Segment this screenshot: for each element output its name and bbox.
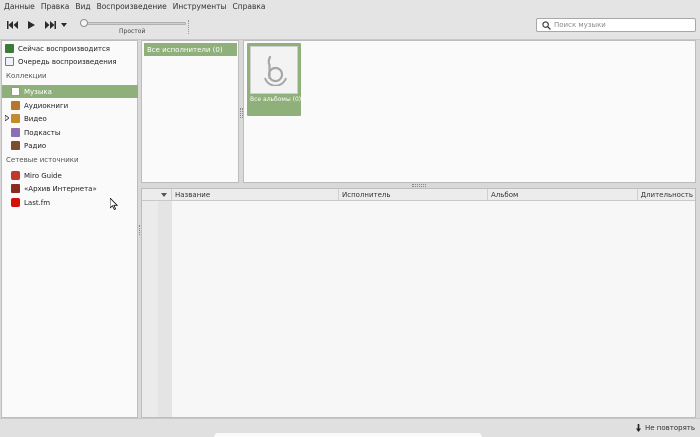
sidebar-item-label: Last.fm: [24, 198, 51, 207]
album-label: Все альбомы (0): [250, 96, 302, 103]
album-browser: Все альбомы (0): [243, 40, 696, 183]
column-header-artist[interactable]: Исполнитель: [338, 189, 487, 201]
sidebar-item-music[interactable]: Музыка: [2, 85, 138, 98]
music-note-icon: [11, 87, 20, 96]
next-button[interactable]: [42, 18, 58, 32]
artist-row-all[interactable]: Все исполнители (0): [144, 43, 237, 56]
chevron-down-icon: [61, 23, 67, 27]
repeat-button[interactable]: Не повторять: [636, 424, 695, 432]
sidebar-item-podcasts[interactable]: Подкасты: [2, 126, 138, 139]
lastfm-icon: [11, 198, 20, 207]
film-icon: [11, 114, 20, 123]
toolbar-separator: [188, 20, 189, 34]
column-menu-button[interactable]: [158, 189, 172, 201]
miro-guide-icon: [11, 171, 20, 180]
column-header-duration[interactable]: Длительность: [637, 189, 695, 201]
play-icon: [27, 21, 35, 29]
online-sources-header: Сетевые источники: [6, 156, 79, 164]
sidebar-item-label: Сейчас воспроизводится: [18, 44, 111, 53]
track-list-header: Название Исполнитель Альбом Длительность: [142, 189, 695, 201]
sidebar-item-now-playing[interactable]: Сейчас воспроизводится: [2, 42, 138, 55]
collections-header: Коллекции: [6, 72, 47, 80]
no-repeat-arrow-icon: [636, 424, 641, 432]
internet-archive-icon: [11, 184, 20, 193]
play-queue-icon: [5, 57, 14, 66]
seek-track: [82, 22, 186, 25]
sidebar-item-play-queue[interactable]: Очередь воспроизведения: [2, 55, 138, 68]
menu-view[interactable]: Вид: [75, 2, 90, 11]
sidebar-item-label: Подкасты: [24, 128, 61, 137]
source-sidebar: Сейчас воспроизводится Очередь воспроизв…: [1, 40, 138, 418]
sidebar-item-miro-guide[interactable]: Miro Guide: [2, 169, 138, 182]
menu-help[interactable]: Справка: [232, 2, 265, 11]
sidebar-item-label: «Архив Интернета»: [24, 184, 97, 193]
search-box[interactable]: [536, 18, 696, 32]
menu-bar: Данные Правка Вид Воспроизведение Инстру…: [0, 0, 700, 13]
podcast-icon: [11, 128, 20, 137]
column-header-title[interactable]: Название: [171, 189, 338, 201]
search-input[interactable]: [552, 19, 695, 31]
sidebar-item-internet-archive[interactable]: «Архив Интернета»: [2, 182, 138, 195]
column-sort-icon: [161, 193, 167, 197]
track-list: Название Исполнитель Альбом Длительность: [141, 188, 696, 418]
sidebar-item-video[interactable]: Видео: [2, 112, 138, 125]
column-header-album[interactable]: Альбом: [487, 189, 637, 201]
radio-icon: [11, 141, 20, 150]
sidebar-item-radio[interactable]: Радио: [2, 139, 138, 152]
sidebar-item-label: Аудиокниги: [24, 101, 69, 110]
audiobook-icon: [11, 101, 20, 110]
repeat-label: Не повторять: [645, 424, 695, 432]
banshee-logo-icon: [264, 55, 287, 86]
album-tile-all[interactable]: Все альбомы (0): [247, 43, 301, 116]
menu-tools[interactable]: Инструменты: [173, 2, 227, 11]
sidebar-item-label: Радио: [24, 141, 47, 150]
album-art: [250, 46, 298, 94]
sidebar-item-label: Музыка: [24, 87, 52, 96]
sidebar-item-label: Miro Guide: [24, 171, 62, 180]
track-list-gutter-inner: [158, 201, 172, 417]
previous-icon: [6, 21, 18, 29]
search-icon[interactable]: [540, 19, 552, 31]
seek-handle[interactable]: [80, 19, 88, 27]
now-playing-icon: [5, 44, 14, 53]
browser-resize-handle[interactable]: [412, 184, 426, 187]
sidebar-item-label: Видео: [24, 114, 47, 123]
next-icon: [44, 21, 56, 29]
play-button[interactable]: [23, 18, 39, 32]
seek-slider[interactable]: [80, 19, 188, 28]
sidebar-item-audiobooks[interactable]: Аудиокниги: [2, 99, 138, 112]
previous-button[interactable]: [4, 18, 20, 32]
sidebar-item-label: Очередь воспроизведения: [18, 57, 117, 66]
artist-browser: Все исполнители (0): [141, 40, 239, 183]
mouse-pointer-icon: [110, 198, 118, 210]
menu-edit[interactable]: Правка: [41, 2, 70, 11]
playback-status: Простой: [119, 28, 146, 35]
menu-playback[interactable]: Воспроизведение: [97, 2, 167, 11]
next-options-button[interactable]: [58, 18, 70, 32]
bottom-panel-edge: [214, 433, 482, 437]
toolbar: Простой: [0, 13, 700, 40]
menu-media[interactable]: Данные: [4, 2, 35, 11]
